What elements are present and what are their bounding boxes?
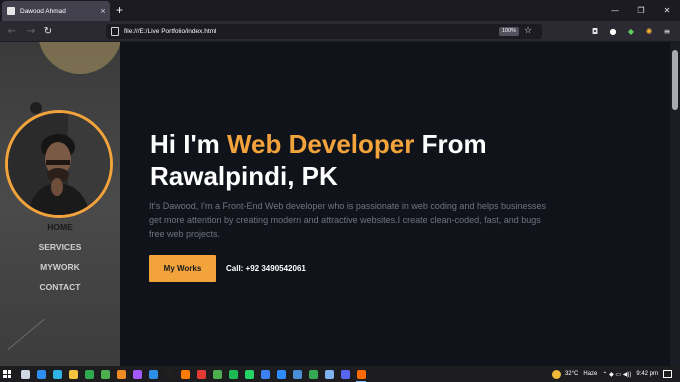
- app-light-icon[interactable]: [322, 366, 336, 382]
- dropbox-icon[interactable]: [34, 366, 48, 382]
- app-blue-icon[interactable]: [290, 366, 304, 382]
- file-explorer-icon[interactable]: [66, 366, 80, 382]
- sidebar: HOME SERVICES MYWORK CONTACT: [0, 42, 120, 366]
- tray-icons[interactable]: ⌃ ◆ ▭ ◀)): [602, 371, 631, 378]
- sheets-icon[interactable]: [306, 366, 320, 382]
- browser-window: Dawood Ahmad × + — ❐ ✕ ← → ↻ file:///E:/…: [0, 0, 680, 382]
- vlc-icon[interactable]: [114, 366, 128, 382]
- file-icon: [111, 27, 119, 36]
- whatsapp-icon[interactable]: [242, 366, 256, 382]
- zoom-icon[interactable]: [274, 366, 288, 382]
- menu-icon[interactable]: ≡: [658, 21, 676, 42]
- forward-arrow-icon[interactable]: →: [22, 21, 40, 42]
- taskbar-apps: [18, 366, 370, 382]
- task-view-icon[interactable]: [18, 366, 32, 382]
- figma-icon[interactable]: [130, 366, 144, 382]
- bookmark-star-icon[interactable]: ☆: [524, 24, 532, 39]
- weather-sun-icon[interactable]: [551, 369, 561, 379]
- navigation-toolbar: ← → ↻ file:///E:/Live Portfolio/index.ht…: [0, 21, 680, 42]
- start-button[interactable]: [0, 366, 14, 382]
- close-tab-icon[interactable]: ×: [96, 6, 110, 16]
- chrome-icon[interactable]: [210, 366, 224, 382]
- pocket-icon[interactable]: ◘: [586, 21, 604, 42]
- zoom-level-badge[interactable]: 100%: [499, 27, 520, 36]
- url-text[interactable]: file:///E:/Live Portfolio/index.html: [124, 24, 217, 39]
- close-window-button[interactable]: ✕: [654, 0, 680, 21]
- sidebar-item-services[interactable]: SERVICES: [0, 242, 120, 252]
- address-bar[interactable]: file:///E:/Live Portfolio/index.html 100…: [106, 24, 542, 39]
- app-star-icon[interactable]: [82, 366, 96, 382]
- decorative-line: [7, 318, 45, 351]
- page-favicon-icon: [7, 7, 15, 15]
- profile-avatar: [5, 110, 113, 218]
- edge-icon[interactable]: [50, 366, 64, 382]
- clock-text[interactable]: 9:42 pm: [636, 371, 658, 377]
- toolbar-icons: ◘ ● ◆ ✺ ≡: [586, 21, 676, 42]
- notepad-icon[interactable]: [162, 366, 176, 382]
- reload-icon[interactable]: ↻: [39, 21, 57, 42]
- hero-section: Hi I'm Web Developer From Rawalpindi, PK…: [120, 42, 670, 366]
- sidebar-item-home[interactable]: HOME: [0, 222, 120, 232]
- hero-headline: Hi I'm Web Developer From Rawalpindi, PK: [150, 128, 570, 192]
- app-green-icon[interactable]: [98, 366, 112, 382]
- tab-bar: Dawood Ahmad × + — ❐ ✕: [0, 0, 680, 21]
- call-phone-link[interactable]: Call: +92 3490542061: [226, 255, 306, 282]
- hero-description: It's Dawood, I'm a Front-End Web develop…: [149, 201, 546, 239]
- extension-sun-icon[interactable]: ✺: [640, 21, 658, 42]
- profile-photo: [8, 113, 110, 215]
- firefox-icon[interactable]: [354, 366, 368, 382]
- notification-icon[interactable]: [663, 370, 672, 378]
- back-arrow-icon[interactable]: ←: [3, 21, 21, 42]
- decorative-circle: [38, 42, 120, 74]
- extension-icon[interactable]: ◆: [622, 21, 640, 42]
- windows-logo-icon: [3, 370, 11, 378]
- scrollbar-thumb[interactable]: [672, 50, 678, 110]
- spotify-icon[interactable]: [226, 366, 240, 382]
- page-viewport: HOME SERVICES MYWORK CONTACT Hi I'm Web …: [0, 42, 680, 366]
- record-icon[interactable]: [194, 366, 208, 382]
- window-controls: — ❐ ✕: [602, 0, 680, 21]
- sidebar-item-contact[interactable]: CONTACT: [0, 282, 120, 292]
- sidebar-item-mywork[interactable]: MYWORK: [0, 262, 120, 272]
- page-scrollbar[interactable]: [670, 42, 680, 366]
- account-icon[interactable]: ●: [604, 21, 622, 42]
- windows-taskbar: 32°C Haze ⌃ ◆ ▭ ◀)) 9:42 pm: [0, 366, 680, 382]
- minimize-button[interactable]: —: [602, 0, 628, 21]
- weather-text[interactable]: Haze: [583, 371, 597, 377]
- headline-intro: Hi I'm: [150, 129, 227, 159]
- sidebar-nav: HOME SERVICES MYWORK CONTACT: [0, 222, 120, 302]
- vscode-icon[interactable]: [146, 366, 160, 382]
- discord-icon[interactable]: [338, 366, 352, 382]
- messenger-icon[interactable]: [258, 366, 272, 382]
- maximize-button[interactable]: ❐: [628, 0, 654, 21]
- headline-accent: Web Developer: [226, 129, 415, 159]
- new-tab-button[interactable]: +: [116, 2, 123, 18]
- illustrator-icon[interactable]: [178, 366, 192, 382]
- temperature-text[interactable]: 32°C: [565, 371, 578, 377]
- browser-tab[interactable]: Dawood Ahmad ×: [2, 1, 110, 21]
- system-tray: 32°C Haze ⌃ ◆ ▭ ◀)) 9:42 pm: [551, 366, 680, 382]
- tab-title: Dawood Ahmad: [20, 7, 66, 15]
- my-works-button[interactable]: My Works: [149, 255, 216, 282]
